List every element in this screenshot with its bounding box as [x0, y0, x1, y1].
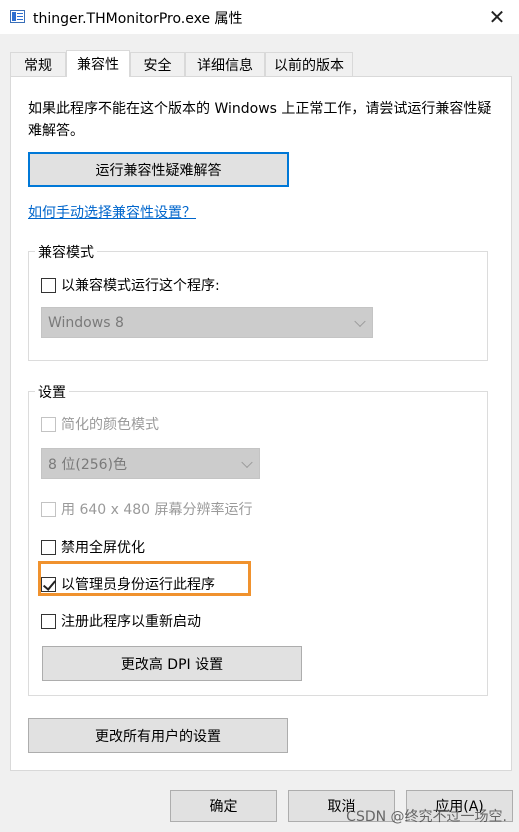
tab-previous-versions[interactable]: 以前的版本 [265, 52, 353, 77]
disable-fullscreen-checkbox[interactable]: 禁用全屏优化 [41, 537, 145, 557]
color-depth-select[interactable]: 8 位(256)色 [41, 448, 260, 479]
checkbox-icon[interactable] [41, 416, 56, 432]
close-icon[interactable]: ✕ [475, 0, 519, 34]
compatibility-panel: 如果此程序不能在这个版本的 Windows 上正常工作，请尝试运行兼容性疑难解答… [10, 76, 512, 771]
title-bar: thinger.THMonitorPro.exe 属性 ✕ [0, 0, 519, 34]
all-users-settings-button[interactable]: 更改所有用户的设置 [28, 718, 288, 753]
run-640-checkbox[interactable]: 用 640 x 480 屏幕分辨率运行 [41, 499, 253, 519]
register-restart-checkbox[interactable]: 注册此程序以重新启动 [41, 611, 201, 631]
manual-settings-link[interactable]: 如何手动选择兼容性设置？ [28, 202, 196, 222]
run-640-label: 用 640 x 480 屏幕分辨率运行 [61, 502, 253, 518]
os-version-value: Windows 8 [48, 314, 124, 331]
disable-fullscreen-label: 禁用全屏优化 [61, 540, 145, 556]
color-depth-value: 8 位(256)色 [48, 456, 128, 473]
troubleshoot-button[interactable]: 运行兼容性疑难解答 [28, 152, 289, 187]
dpi-settings-button[interactable]: 更改高 DPI 设置 [42, 646, 302, 681]
watermark-text: CSDN @终究不过一场空. [346, 809, 507, 825]
tab-details[interactable]: 详细信息 [185, 52, 265, 77]
checkbox-checked-icon[interactable] [41, 576, 56, 592]
tab-compatibility[interactable]: 兼容性 [66, 50, 130, 77]
run-as-admin-label: 以管理员身份运行此程序 [61, 577, 215, 593]
tab-strip: 常规 兼容性 安全 详细信息 以前的版本 [0, 50, 519, 77]
run-as-admin-checkbox[interactable]: 以管理员身份运行此程序 [41, 574, 215, 594]
intro-text: 如果此程序不能在这个版本的 Windows 上正常工作，请尝试运行兼容性疑难解答… [28, 101, 492, 139]
chevron-down-icon [354, 315, 366, 327]
register-restart-label: 注册此程序以重新启动 [61, 614, 201, 630]
checkbox-icon[interactable] [41, 613, 56, 629]
settings-title: 设置 [35, 382, 69, 402]
compat-mode-checkbox[interactable]: 以兼容模式运行这个程序: [41, 275, 220, 295]
app-icon [10, 10, 25, 23]
window-title: thinger.THMonitorPro.exe 属性 [33, 11, 243, 27]
tab-general[interactable]: 常规 [10, 52, 66, 77]
checkbox-icon[interactable] [41, 277, 56, 293]
reduced-color-checkbox[interactable]: 简化的颜色模式 [41, 414, 159, 434]
settings-group: 设置 简化的颜色模式 8 位(256)色 用 640 x 480 屏幕分辨率运行… [28, 382, 488, 696]
checkbox-icon[interactable] [41, 501, 56, 517]
os-version-select[interactable]: Windows 8 [41, 307, 373, 338]
ok-button[interactable]: 确定 [170, 790, 277, 822]
compat-mode-label: 以兼容模式运行这个程序: [61, 278, 220, 294]
checkbox-icon[interactable] [41, 539, 56, 555]
chevron-down-icon [241, 456, 253, 468]
compat-mode-title: 兼容模式 [35, 242, 97, 262]
reduced-color-label: 简化的颜色模式 [61, 417, 159, 433]
compat-mode-group: 兼容模式 以兼容模式运行这个程序: Windows 8 [28, 242, 488, 361]
tab-security[interactable]: 安全 [130, 52, 185, 77]
